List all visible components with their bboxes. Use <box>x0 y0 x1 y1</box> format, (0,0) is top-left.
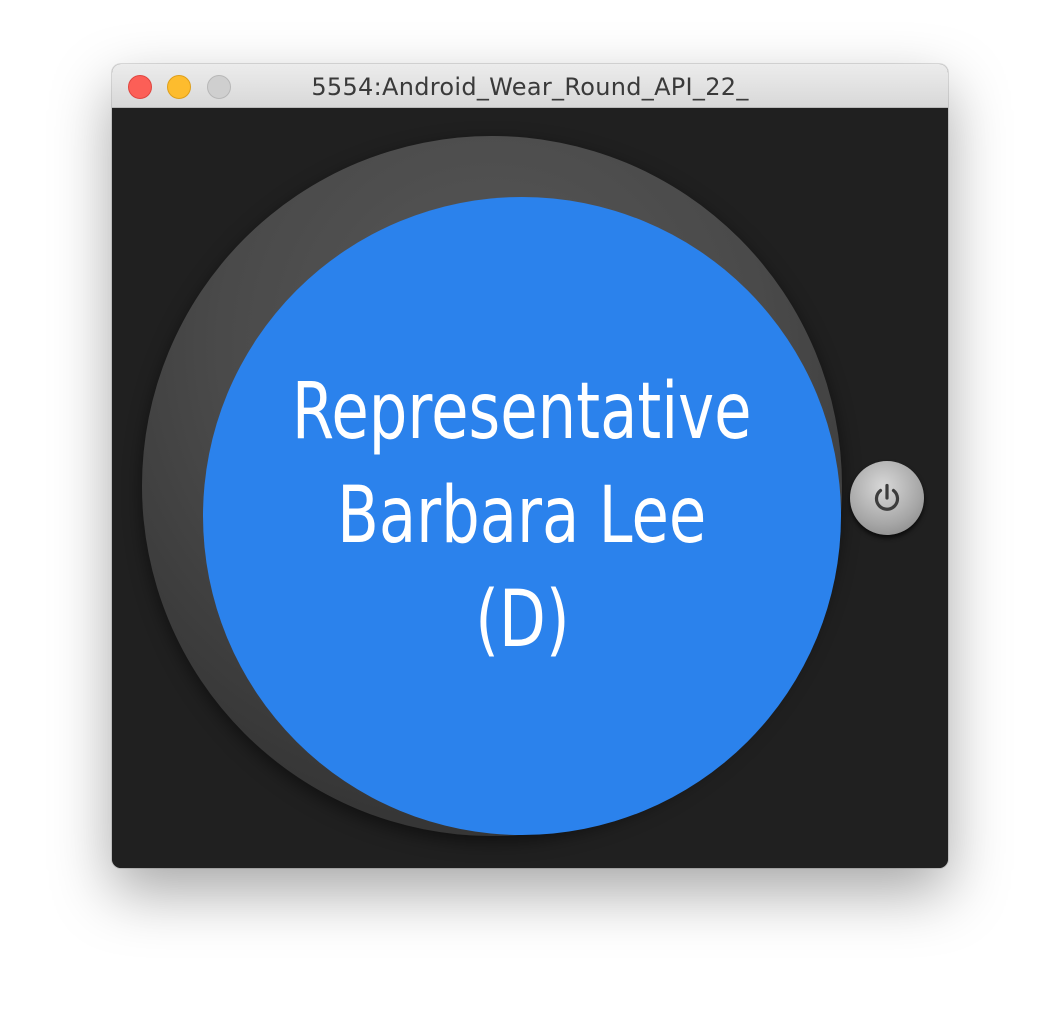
emulator-screen-area: Representative Barbara Lee (D) <box>112 108 948 868</box>
watch-bezel: Representative Barbara Lee (D) <box>142 136 842 836</box>
watch-face[interactable]: Representative Barbara Lee (D) <box>203 197 841 835</box>
power-icon <box>874 483 900 511</box>
representative-name: Barbara Lee <box>337 471 707 561</box>
window-title: 5554:Android_Wear_Round_API_22_ <box>311 73 749 101</box>
emulator-window: 5554:Android_Wear_Round_API_22_ Represen… <box>112 64 948 868</box>
title-bar[interactable]: 5554:Android_Wear_Round_API_22_ <box>112 64 948 108</box>
power-button[interactable] <box>850 461 924 535</box>
representative-title: Representative <box>292 367 752 457</box>
party-label: (D) <box>474 575 570 665</box>
